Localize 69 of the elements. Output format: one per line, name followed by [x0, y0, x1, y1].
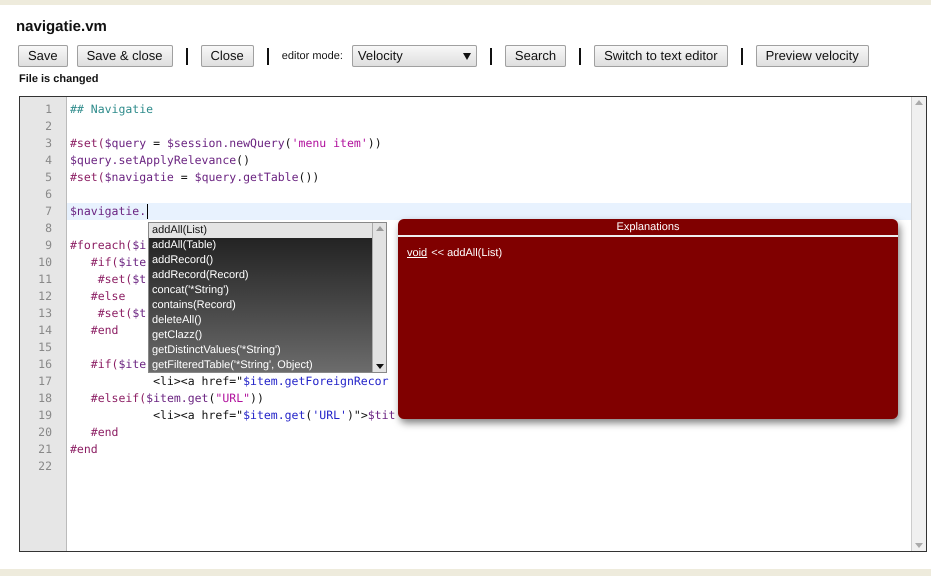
- method-signature: << addAll(List): [431, 246, 502, 261]
- code-line: #set($navigatie = $query.getTable()): [70, 169, 320, 186]
- return-type-link[interactable]: void: [407, 245, 428, 262]
- autocomplete-item[interactable]: addAll(Table): [149, 238, 372, 253]
- code-line: $navigatie.: [70, 203, 146, 220]
- toolbar-button[interactable]: Preview velocity: [756, 45, 869, 67]
- autocomplete-item[interactable]: addRecord(): [149, 253, 372, 268]
- code-line: #end: [90, 424, 118, 441]
- scroll-down-icon[interactable]: [376, 364, 384, 369]
- code-line: #set($t: [96, 305, 146, 322]
- line-number: 6: [45, 186, 52, 203]
- autocomplete-item[interactable]: contains(Record): [149, 298, 372, 313]
- autocomplete-item[interactable]: getClazz(): [149, 328, 372, 343]
- scrollbar[interactable]: [911, 97, 926, 551]
- toolbar-button[interactable]: Close: [200, 45, 254, 67]
- code-line: #set($query = $session.newQuery('menu item')): [70, 135, 382, 152]
- code-line: #end: [70, 441, 98, 458]
- code-line: #if($ite: [90, 356, 146, 373]
- line-number: 17: [38, 373, 52, 390]
- line-number: 4: [45, 152, 52, 169]
- autocomplete-item[interactable]: getDistinctValues('*String'): [149, 343, 372, 358]
- line-number: 19: [38, 407, 52, 424]
- line-number: 22: [38, 458, 52, 475]
- line-number: 12: [38, 288, 52, 305]
- toolbar-button[interactable]: Save: [18, 45, 68, 67]
- line-number: 11: [38, 271, 52, 288]
- line-number: 18: [38, 390, 52, 407]
- line-number: 14: [38, 322, 52, 339]
- toolbar-button[interactable]: Save & close: [76, 45, 173, 67]
- list-scrollbar[interactable]: [372, 223, 386, 372]
- editor-mode-select[interactable]: Velocity: [352, 45, 477, 67]
- line-number: 7: [45, 203, 52, 220]
- editor-mode-label: editor mode:: [282, 48, 343, 64]
- autocomplete-item[interactable]: addAll(List): [149, 223, 372, 238]
- status-text: File is changed: [19, 72, 98, 86]
- code-line: #elseif($item.get("URL")): [90, 390, 264, 407]
- line-number: 3: [45, 135, 52, 152]
- line-number: 21: [38, 441, 52, 458]
- code-line: #foreach($i: [70, 237, 146, 254]
- code-line: #else: [90, 288, 126, 305]
- line-number: 9: [45, 237, 52, 254]
- code-line: <li><a href="$item.get('URL')">$tit: [152, 407, 396, 424]
- line-number: 8: [45, 220, 52, 237]
- autocomplete-item[interactable]: addRecord(Record): [149, 268, 372, 283]
- file-title: navigatie.vm: [16, 18, 108, 36]
- line-number: 2: [45, 118, 52, 135]
- code-line: $query.setApplyRelevance(): [70, 152, 250, 169]
- autocomplete-item[interactable]: concat('*String'): [149, 283, 372, 298]
- toolbar-button[interactable]: Search: [504, 45, 566, 67]
- code-line: ## Navigatie: [70, 101, 154, 118]
- line-number: 10: [38, 254, 52, 271]
- code-line: #if($ite: [90, 254, 146, 271]
- code-line: #end: [90, 322, 118, 339]
- toolbar-button[interactable]: Switch to text editor: [594, 45, 728, 67]
- line-number: 13: [38, 305, 52, 322]
- autocomplete-item[interactable]: getFilteredTable('*String', Object): [149, 358, 372, 373]
- text-cursor: [147, 204, 148, 219]
- line-number: 1: [45, 101, 52, 118]
- code-line: <li><a href="$item.getForeignRecor: [152, 373, 388, 390]
- line-number: 15: [38, 339, 52, 356]
- line-number: 16: [38, 356, 52, 373]
- autocomplete-item[interactable]: deleteAll(): [149, 313, 372, 328]
- line-number: 5: [45, 169, 52, 186]
- scroll-up-icon[interactable]: [915, 100, 923, 105]
- scroll-up-icon[interactable]: [376, 226, 384, 231]
- line-number: 20: [38, 424, 52, 441]
- dropdown-arrow-icon: [462, 52, 471, 60]
- panel-title: Explanations: [616, 220, 680, 235]
- code-line: #set($t: [96, 271, 146, 288]
